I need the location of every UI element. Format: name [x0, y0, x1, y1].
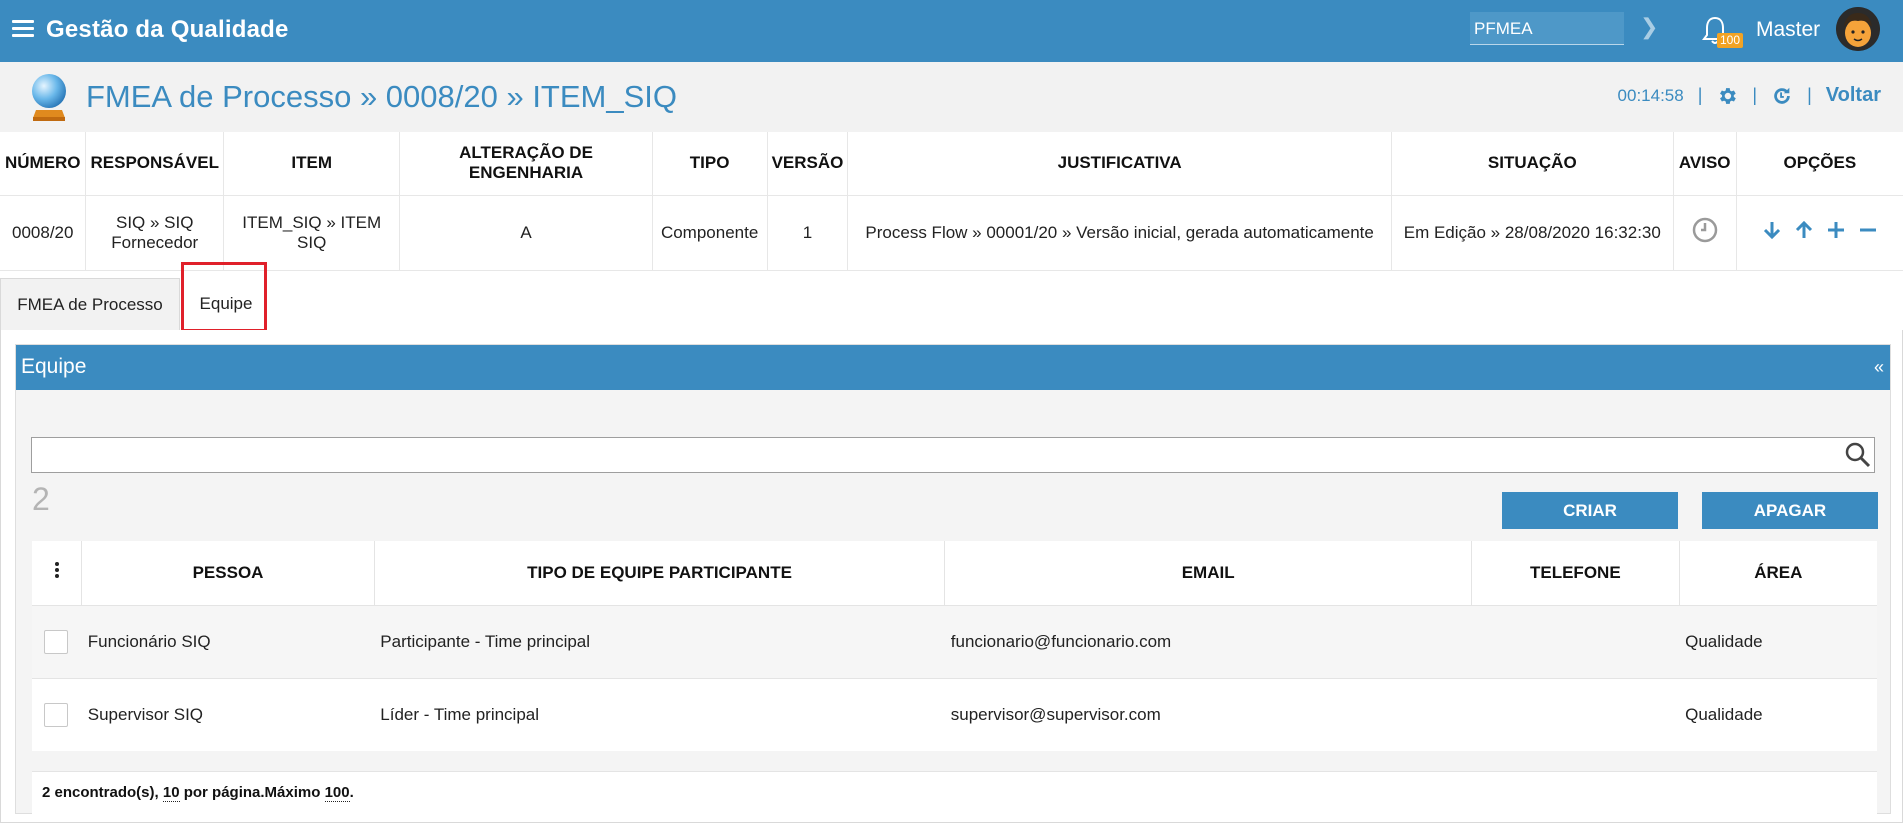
chevron-right-icon[interactable]: ❯ [1640, 14, 1658, 40]
tab-bar: FMEA de Processo Equipe [0, 272, 1903, 330]
versao-value: 1 [767, 195, 849, 271]
tipo-cell: Participante - Time principal [374, 604, 945, 678]
team-table: PESSOA TIPO DE EQUIPE PARTICIPANTE EMAIL… [32, 541, 1877, 751]
equipe-panel: Equipe « 2 CRIAR APAGAR PESSOA TIPO DE E… [15, 344, 1891, 814]
panel-header: Equipe « [16, 345, 1890, 390]
footer-end: . [349, 784, 354, 801]
tipo-value: Componente [652, 195, 768, 271]
arrow-down-icon[interactable] [1761, 219, 1783, 241]
session-timer: 00:14:58 [1617, 85, 1684, 105]
hamburger-menu-icon[interactable] [12, 20, 34, 38]
info-row: 0008/20 SIQ » SIQ Fornecedor ITEM_SIQ » … [0, 195, 1903, 271]
col-tipo: TIPO [652, 132, 768, 196]
justificativa-value: Process Flow » 00001/20 » Versão inicial… [847, 195, 1392, 271]
avatar[interactable] [1836, 7, 1880, 51]
col-numero: NÚMERO [0, 132, 87, 196]
plus-icon[interactable] [1825, 219, 1847, 241]
pessoa-cell: Funcionário SIQ [81, 604, 375, 678]
col-responsavel: RESPONSÁVEL [85, 132, 224, 196]
row-checkbox[interactable] [44, 702, 69, 727]
crystal-ball-icon [32, 74, 66, 121]
col-opcoes: OPÇÕES [1736, 132, 1903, 196]
username[interactable]: Master [1756, 18, 1820, 42]
result-count: 2 [32, 481, 50, 517]
pagination-info: 2 encontrado(s), 10 por página.Máximo 10… [32, 771, 1877, 814]
back-link[interactable]: Voltar [1826, 84, 1881, 107]
col-telefone[interactable]: TELEFONE [1471, 541, 1680, 605]
telefone-cell [1471, 604, 1680, 678]
col-justificativa: JUSTIFICATIVA [847, 132, 1392, 196]
area-cell: Qualidade [1679, 604, 1877, 678]
arrow-up-icon[interactable] [1793, 219, 1815, 241]
col-tipo-equipe[interactable]: TIPO DE EQUIPE PARTICIPANTE [374, 541, 946, 605]
max-selector[interactable]: 100 [324, 784, 350, 802]
kebab-menu-icon[interactable] [54, 560, 59, 580]
collapse-button[interactable]: « [1874, 357, 1884, 378]
found-text: 2 encontrado(s), [42, 784, 163, 801]
numero-value: 0008/20 [0, 195, 87, 271]
per-page-selector[interactable]: 10 [162, 784, 180, 802]
col-item: ITEM [223, 132, 401, 196]
create-button[interactable]: CRIAR [1502, 492, 1678, 529]
col-area[interactable]: ÁREA [1679, 541, 1877, 605]
table-row[interactable]: Supervisor SIQ Líder - Time principal su… [32, 677, 1877, 751]
table-row[interactable]: Funcionário SIQ Participante - Time prin… [32, 604, 1877, 678]
col-pessoa[interactable]: PESSOA [81, 541, 375, 605]
email-cell: supervisor@supervisor.com [944, 677, 1472, 751]
minus-icon[interactable] [1857, 219, 1879, 241]
tab-fmea-de-processo[interactable]: FMEA de Processo [0, 278, 180, 330]
separator: | [1807, 85, 1812, 105]
email-cell: funcionario@funcionario.com [944, 604, 1472, 678]
separator: | [1752, 85, 1758, 105]
per-page-text: por página.Máximo [179, 784, 325, 801]
tipo-cell: Líder - Time principal [374, 677, 945, 751]
fmea-info-table: NÚMERO RESPONSÁVEL ITEM ALTERAÇÃO DE ENG… [0, 132, 1903, 271]
clock-icon[interactable] [1691, 216, 1719, 244]
page-title: FMEA de Processo » 0008/20 » ITEM_SIQ [86, 79, 678, 114]
notification-badge: 100 [1717, 33, 1744, 48]
refresh-icon[interactable] [1771, 85, 1793, 107]
module-search-input[interactable] [1470, 12, 1624, 45]
opcoes-cell [1736, 195, 1903, 271]
top-bar: Gestão da Qualidade ❯ 100 Master [0, 0, 1903, 62]
pessoa-cell: Supervisor SIQ [81, 677, 375, 751]
column-menu[interactable] [32, 541, 83, 605]
gear-icon[interactable] [1716, 85, 1738, 107]
col-email[interactable]: EMAIL [944, 541, 1473, 605]
separator: | [1697, 85, 1703, 105]
area-cell: Qualidade [1679, 677, 1877, 751]
telefone-cell [1471, 677, 1680, 751]
panel-title: Equipe [21, 355, 87, 378]
col-situacao: SITUAÇÃO [1391, 132, 1674, 196]
col-versao: VERSÃO [767, 132, 849, 196]
aviso-cell [1673, 195, 1737, 271]
search-input[interactable] [31, 437, 1875, 473]
alteracao-value: A [399, 195, 653, 271]
page-header: FMEA de Processo » 0008/20 » ITEM_SIQ 00… [0, 62, 1903, 132]
app-title: Gestão da Qualidade [46, 16, 289, 43]
col-aviso: AVISO [1673, 132, 1737, 196]
search-icon[interactable] [1844, 441, 1872, 469]
highlight-box [181, 262, 267, 332]
situacao-value: Em Edição » 28/08/2020 16:32:30 [1391, 195, 1674, 271]
row-checkbox[interactable] [44, 629, 69, 654]
delete-button[interactable]: APAGAR [1702, 492, 1878, 529]
responsavel-value: SIQ » SIQ Fornecedor [85, 195, 224, 271]
col-alteracao: ALTERAÇÃO DE ENGENHARIA [399, 132, 653, 196]
tab-content: Equipe « 2 CRIAR APAGAR PESSOA TIPO DE E… [0, 330, 1903, 823]
item-value: ITEM_SIQ » ITEM SIQ [223, 195, 401, 271]
